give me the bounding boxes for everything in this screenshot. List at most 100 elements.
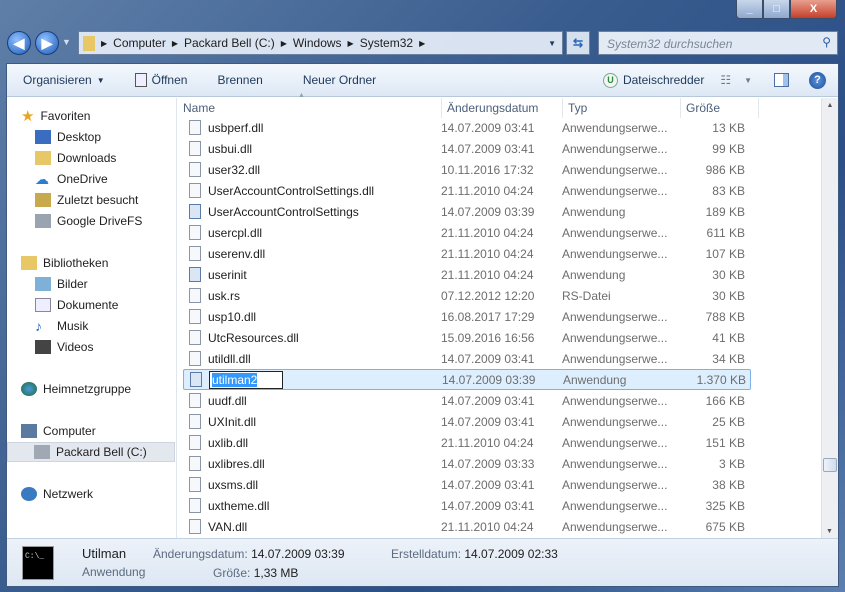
nav-libraries[interactable]: Bibliotheken	[21, 253, 108, 273]
file-row[interactable]: uxtheme.dll 14.07.2009 03:41 Anwendungse…	[183, 495, 751, 516]
file-row[interactable]: VAN.dll 21.11.2010 04:24 Anwendungserwe.…	[183, 516, 751, 537]
file-size: 611 KB	[706, 225, 745, 240]
organize-button[interactable]: Organisieren ▼	[23, 73, 105, 87]
file-row[interactable]: usbperf.dll 14.07.2009 03:41 Anwendungse…	[183, 117, 751, 138]
file-size: 83 KB	[712, 183, 745, 198]
nav-label: Computer	[43, 424, 96, 438]
nav-label: Videos	[57, 340, 94, 354]
scrollbar-thumb[interactable]	[823, 458, 837, 472]
file-row[interactable]: uudf.dll 14.07.2009 03:41 Anwendungserwe…	[183, 390, 751, 411]
file-type: Anwendung	[562, 204, 626, 219]
file-row[interactable]: UserAccountControlSettings.dll 21.11.201…	[183, 180, 751, 201]
help-button[interactable]: ?	[809, 71, 826, 89]
nav-recent[interactable]: Zuletzt besucht	[35, 190, 138, 210]
column-size[interactable]: Größe	[681, 98, 759, 118]
file-row[interactable]: usk.rs 07.12.2012 12:20 RS-Datei 30 KB	[183, 285, 751, 306]
column-date[interactable]: Änderungsdatum	[442, 98, 563, 118]
maximize-button[interactable]: □	[763, 0, 790, 19]
nav-drive-c[interactable]: Packard Bell (C:)	[7, 442, 175, 462]
file-name: uxlibres.dll	[208, 456, 265, 471]
nav-downloads[interactable]: Downloads	[35, 148, 116, 168]
chevron-right-icon[interactable]: ▶	[419, 39, 425, 48]
breadcrumb-system32[interactable]: System32	[360, 36, 413, 50]
rename-input[interactable]: utilman2	[209, 370, 283, 389]
file-size: 38 KB	[712, 477, 745, 492]
file-icon	[189, 456, 201, 471]
file-row-selected[interactable]: utilman2 14.07.2009 03:39 Anwendung 1.37…	[183, 369, 751, 390]
nav-pictures[interactable]: Bilder	[35, 274, 88, 294]
file-row[interactable]: usp10.dll 16.08.2017 17:29 Anwendungserw…	[183, 306, 751, 327]
file-row[interactable]: user32.dll 10.11.2016 17:32 Anwendungser…	[183, 159, 751, 180]
file-type: Anwendungserwe...	[562, 351, 668, 366]
application-icon	[190, 372, 202, 387]
file-row[interactable]: UtcResources.dll 15.09.2016 16:56 Anwend…	[183, 327, 751, 348]
file-name: UserAccountControlSettings.dll	[208, 183, 375, 198]
search-input[interactable]: System32 durchsuchen ⚲	[598, 31, 838, 55]
file-name: VAN.dll	[208, 519, 248, 534]
nav-label: Bibliotheken	[43, 256, 109, 270]
details-pane: C:\_ Utilman Anwendung Änderungsdatum: 1…	[7, 538, 838, 586]
open-button[interactable]: Öffnen	[134, 73, 187, 87]
address-dropdown[interactable]: ▼	[542, 39, 562, 48]
nav-homegroup[interactable]: Heimnetzgruppe	[21, 379, 131, 399]
nav-desktop[interactable]: Desktop	[35, 127, 101, 147]
breadcrumb-drive[interactable]: Packard Bell (C:)	[184, 36, 275, 50]
file-row[interactable]: uxlib.dll 21.11.2010 04:24 Anwendungserw…	[183, 432, 751, 453]
nav-music[interactable]: ♪ Musik	[35, 316, 88, 336]
file-icon	[189, 519, 201, 534]
file-row[interactable]: uxlibres.dll 14.07.2009 03:33 Anwendungs…	[183, 453, 751, 474]
chevron-right-icon[interactable]: ▶	[281, 39, 287, 48]
crumb-label: Windows	[292, 36, 342, 50]
breadcrumb-windows[interactable]: Windows	[293, 36, 342, 50]
file-size: 788 KB	[705, 309, 745, 324]
modified-value: 14.07.2009 03:39	[251, 547, 345, 561]
breadcrumb-computer[interactable]: Computer	[113, 36, 166, 50]
forward-button[interactable]: ▶	[35, 31, 59, 55]
file-name: utildll.dll	[208, 351, 251, 366]
nav-onedrive[interactable]: ☁ OneDrive	[35, 169, 108, 189]
new-folder-button[interactable]: Neuer Ordner	[303, 73, 376, 87]
nav-computer[interactable]: Computer	[21, 421, 96, 441]
column-name[interactable]: Name ▲	[178, 92, 442, 118]
vertical-scrollbar[interactable]: ▲ ▼	[821, 98, 838, 538]
file-date: 15.09.2016 16:56	[441, 330, 535, 345]
close-button[interactable]: X	[790, 0, 837, 19]
nav-google-drive[interactable]: Google DriveFS	[35, 211, 142, 231]
file-row[interactable]: UserAccountControlSettings 14.07.2009 03…	[183, 201, 751, 222]
nav-network[interactable]: Netzwerk	[21, 484, 93, 504]
file-row[interactable]: userinit 21.11.2010 04:24 Anwendung 30 K…	[183, 264, 751, 285]
nav-favorites[interactable]: ★ Favoriten	[21, 106, 90, 126]
nav-documents[interactable]: Dokumente	[35, 295, 118, 315]
nav-videos[interactable]: Videos	[35, 337, 93, 357]
file-row[interactable]: UXInit.dll 14.07.2009 03:41 Anwendungser…	[183, 411, 751, 432]
chevron-right-icon[interactable]: ▶	[348, 39, 354, 48]
open-icon	[134, 73, 147, 87]
address-bar[interactable]: ▶ Computer ▶ Packard Bell (C:) ▶ Windows…	[78, 31, 563, 55]
file-row[interactable]: userenv.dll 21.11.2010 04:24 Anwendungse…	[183, 243, 751, 264]
back-button[interactable]: ◀	[7, 31, 31, 55]
recent-pages-dropdown[interactable]: ▼	[62, 37, 71, 47]
libraries-icon	[21, 256, 37, 270]
file-type: Anwendungserwe...	[562, 498, 668, 513]
music-icon: ♪	[35, 318, 42, 334]
column-type[interactable]: Typ	[563, 98, 681, 118]
scroll-down-arrow[interactable]: ▼	[826, 528, 833, 535]
file-icon	[189, 435, 201, 450]
search-icon[interactable]: ⚲	[822, 35, 831, 49]
scroll-up-arrow[interactable]: ▲	[822, 102, 838, 109]
file-row[interactable]: usercpl.dll 21.11.2010 04:24 Anwendungse…	[183, 222, 751, 243]
desktop-icon	[35, 130, 51, 144]
file-row[interactable]: usbui.dll 14.07.2009 03:41 Anwendungserw…	[183, 138, 751, 159]
burn-button[interactable]: Brennen	[217, 73, 262, 87]
folder-icon	[83, 35, 95, 51]
shredder-button[interactable]: U Dateischredder	[602, 72, 704, 88]
file-date: 21.11.2010 04:24	[441, 267, 534, 282]
preview-pane-button[interactable]	[774, 73, 789, 87]
file-row[interactable]: uxsms.dll 14.07.2009 03:41 Anwendungserw…	[183, 474, 751, 495]
file-icon	[189, 309, 201, 324]
minimize-button[interactable]: _	[736, 0, 763, 19]
refresh-icon[interactable]: ⇆	[566, 31, 590, 55]
view-options-button[interactable]: ☷ ▼	[720, 73, 752, 87]
chevron-right-icon[interactable]: ▶	[172, 39, 178, 48]
file-row[interactable]: utildll.dll 14.07.2009 03:41 Anwendungse…	[183, 348, 751, 369]
